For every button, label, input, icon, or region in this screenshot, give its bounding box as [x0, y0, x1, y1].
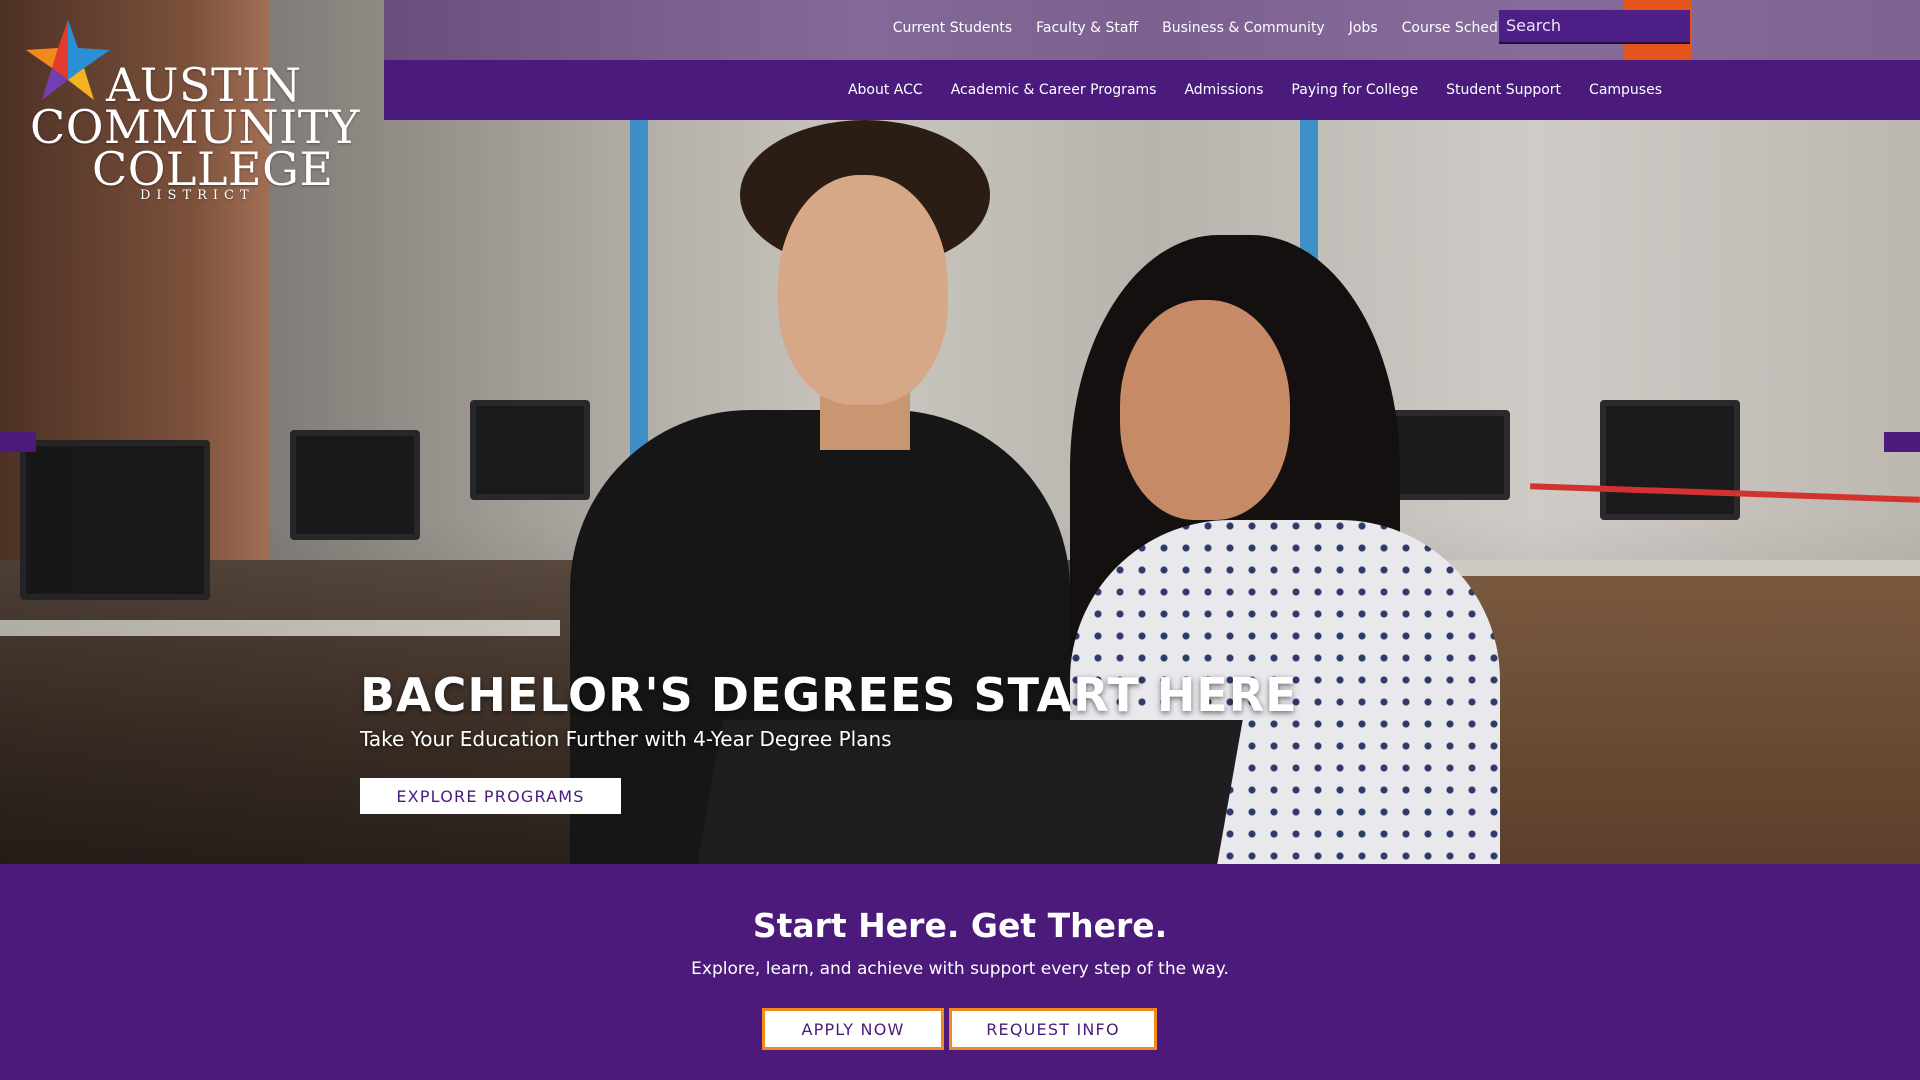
slide-next-icon[interactable]: [1884, 432, 1920, 452]
nav-campuses[interactable]: Campuses: [1575, 82, 1676, 98]
nav-admissions[interactable]: Admissions: [1170, 82, 1277, 98]
search-input[interactable]: Search: [1499, 10, 1690, 44]
band-subtitle: Explore, learn, and achieve with support…: [691, 959, 1229, 979]
nav-faculty-staff[interactable]: Faculty & Staff: [1024, 0, 1150, 60]
explore-programs-button[interactable]: EXPLORE PROGRAMS: [360, 778, 621, 814]
nav-student-support[interactable]: Student Support: [1432, 82, 1575, 98]
apply-now-button[interactable]: APPLY NOW: [762, 1008, 944, 1050]
main-nav: About ACC Academic & Career Programs Adm…: [384, 60, 1920, 120]
nav-business-community[interactable]: Business & Community: [1150, 0, 1337, 60]
nav-academic-career-programs[interactable]: Academic & Career Programs: [937, 82, 1171, 98]
nav-jobs[interactable]: Jobs: [1337, 0, 1390, 60]
slide-prev-icon[interactable]: [0, 432, 36, 452]
logo-text: DISTRICT: [140, 188, 255, 203]
nav-current-students[interactable]: Current Students: [881, 0, 1024, 60]
cta-band: Start Here. Get There. Explore, learn, a…: [0, 864, 1920, 1080]
band-title: Start Here. Get There.: [752, 906, 1168, 945]
acc-logo[interactable]: AUSTIN COMMUNITY COLLEGE DISTRICT: [20, 18, 359, 203]
nav-paying-for-college[interactable]: Paying for College: [1277, 82, 1432, 98]
request-info-button[interactable]: REQUEST INFO: [949, 1008, 1157, 1050]
nav-about-acc[interactable]: About ACC: [834, 82, 937, 98]
hero-subtitle: Take Your Education Further with 4-Year …: [360, 727, 892, 751]
hero-title: BACHELOR'S DEGREES START HERE: [360, 668, 1298, 722]
